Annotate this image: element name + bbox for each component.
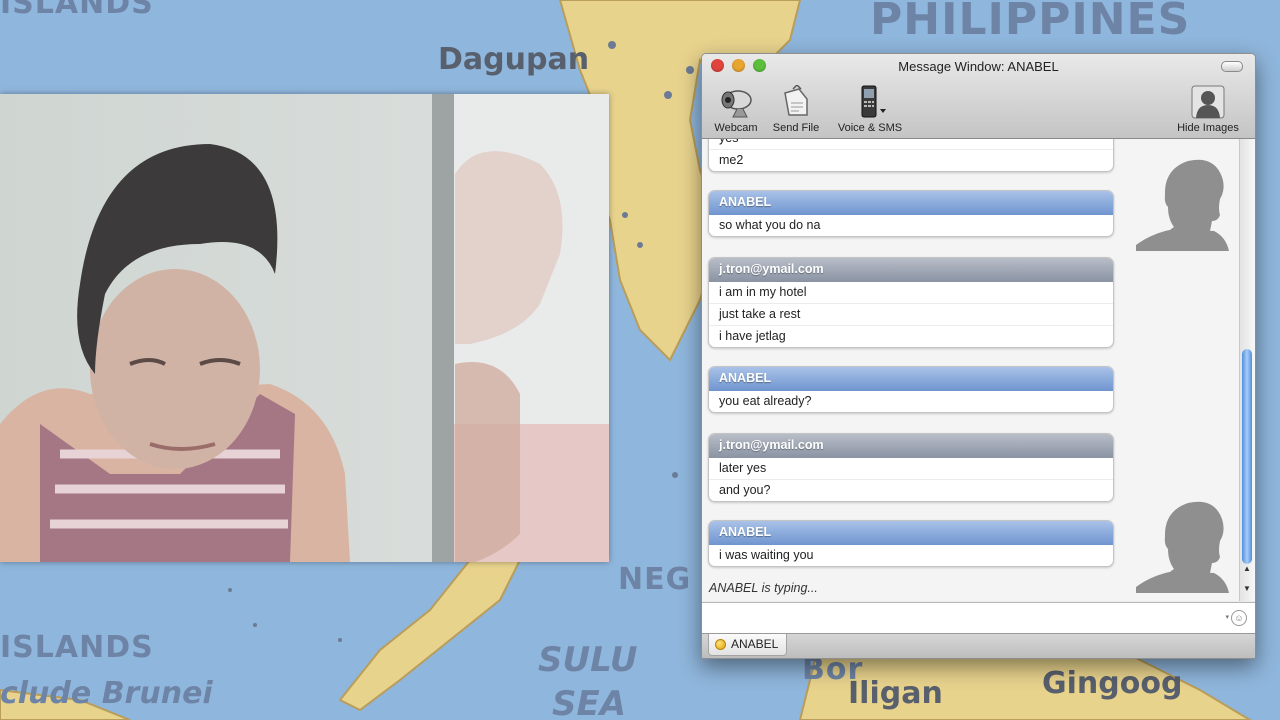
conversation-transcript[interactable]: yes me2 ANABEL so what you do na j.tron@… xyxy=(702,139,1240,601)
status-available-icon xyxy=(715,639,726,650)
map-label-philippines: PHILIPPINES xyxy=(870,0,1191,45)
toolbar-toggle-button[interactable] xyxy=(1221,61,1243,72)
phone-icon xyxy=(832,82,908,122)
message-line: yes xyxy=(709,139,1113,149)
message-sender: j.tron@ymail.com xyxy=(709,434,1113,458)
send-file-label: Send File xyxy=(772,122,820,134)
webcam-icon xyxy=(711,82,761,122)
hide-images-label: Hide Images xyxy=(1177,122,1239,134)
message-line: i have jetlag xyxy=(709,325,1113,347)
window-title: Message Window: ANABEL xyxy=(898,59,1059,74)
hide-images-button[interactable]: Hide Images xyxy=(1171,82,1245,134)
chat-tab-bar: ANABEL xyxy=(702,633,1255,658)
message-bubble: j.tron@ymail.com i am in my hotel just t… xyxy=(708,257,1114,348)
message-bubble: j.tron@ymail.com later yes and you? xyxy=(708,433,1114,502)
map-label-islands-bottom: ISLANDS xyxy=(0,630,154,665)
message-line: and you? xyxy=(709,479,1113,501)
message-input[interactable] xyxy=(702,603,1212,633)
map-label-gingoog: Gingoog xyxy=(1042,666,1183,701)
message-sender: j.tron@ymail.com xyxy=(709,258,1113,282)
title-bar[interactable]: Message Window: ANABEL Webcam Send File … xyxy=(702,54,1255,139)
webcam-button[interactable]: Webcam xyxy=(711,82,761,134)
message-input-row: ▾ ☺ xyxy=(702,602,1255,633)
send-file-icon xyxy=(768,82,824,122)
avatar-silhouette-icon xyxy=(1136,159,1229,251)
scroll-up-arrow-icon[interactable]: ▲ xyxy=(1243,564,1251,573)
avatar-silhouette-icon xyxy=(1136,501,1229,593)
message-line: so what you do na xyxy=(719,218,821,232)
message-line: just take a rest xyxy=(709,303,1113,325)
map-label-sulu: SULU xyxy=(538,640,638,680)
message-line: i am in my hotel xyxy=(719,285,807,299)
transcript-scrollbar[interactable]: ▲ ▼ xyxy=(1239,139,1255,601)
message-window: Message Window: ANABEL Webcam Send File … xyxy=(701,53,1256,659)
map-label-dagupan: Dagupan xyxy=(438,42,590,77)
message-line: later yes xyxy=(719,461,767,475)
map-label-islands-top: ISLANDS xyxy=(0,0,154,21)
message-sender: ANABEL xyxy=(709,521,1113,545)
send-file-button[interactable]: Send File xyxy=(768,82,824,134)
chat-tab-label: ANABEL xyxy=(731,637,779,651)
webcam-video[interactable] xyxy=(0,94,609,562)
message-bubble: ANABEL i was waiting you xyxy=(708,520,1114,567)
webcam-label: Webcam xyxy=(714,122,758,134)
buddy-icon xyxy=(1171,82,1245,122)
message-line: you eat already? xyxy=(719,394,812,408)
map-label-brunei: clude Brunei xyxy=(0,676,213,711)
message-line: i was waiting you xyxy=(719,548,814,562)
smiley-dropdown-icon[interactable]: ▾ xyxy=(1225,613,1229,621)
chat-tab-anabel[interactable]: ANABEL xyxy=(708,634,788,656)
typing-indicator: ANABEL is typing... xyxy=(709,581,818,595)
message-sender: ANABEL xyxy=(709,191,1113,215)
smiley-icon[interactable]: ☺ xyxy=(1231,610,1247,626)
voice-sms-button[interactable]: Voice & SMS xyxy=(832,82,908,134)
map-label-negros: NEG xyxy=(618,562,692,597)
webcam-frame-image xyxy=(0,94,609,562)
scrollbar-thumb[interactable] xyxy=(1242,349,1252,564)
message-line: me2 xyxy=(709,149,1113,171)
message-sender: ANABEL xyxy=(709,367,1113,391)
message-bubble: ANABEL you eat already? xyxy=(708,366,1114,413)
message-bubble: ANABEL so what you do na xyxy=(708,190,1114,237)
map-label-sea: SEA xyxy=(552,684,627,720)
message-bubble: yes me2 xyxy=(708,139,1114,172)
map-label-iligan: Iligan xyxy=(848,676,943,711)
voice-sms-label: Voice & SMS xyxy=(837,122,903,134)
scroll-down-arrow-icon[interactable]: ▼ xyxy=(1243,584,1251,593)
